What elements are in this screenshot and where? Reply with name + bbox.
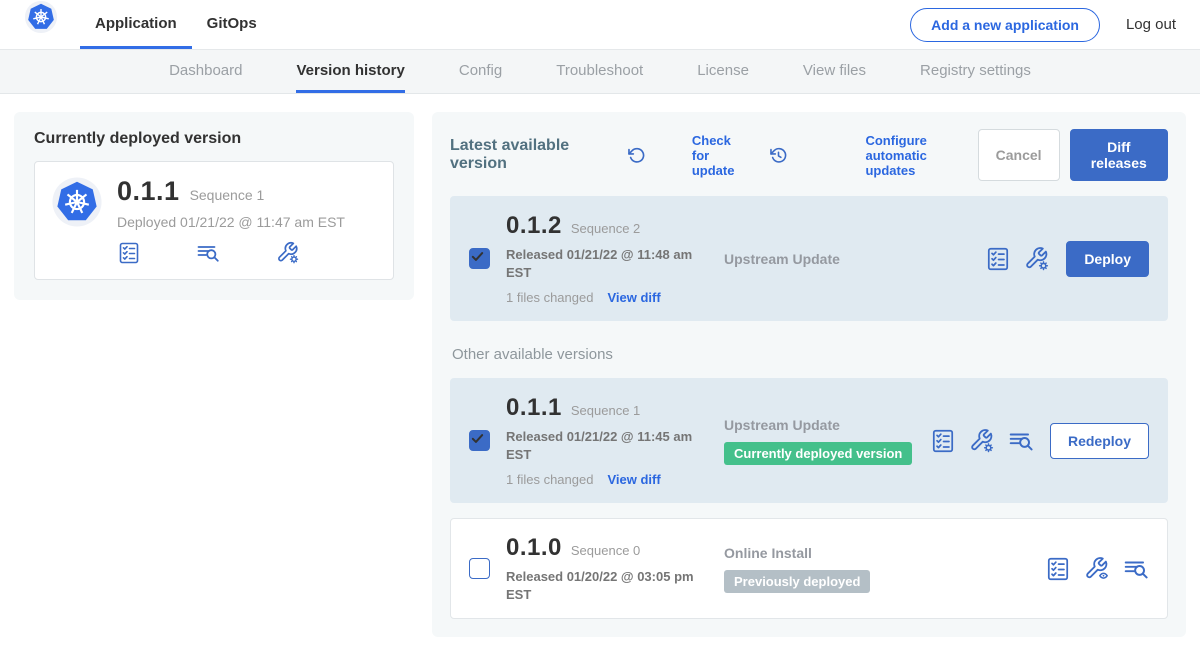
tab-troubleshoot[interactable]: Troubleshoot	[556, 50, 643, 93]
deployed-card-title: Currently deployed version	[34, 130, 394, 148]
view-logs-icon[interactable]	[1123, 556, 1149, 582]
refresh-icon	[627, 146, 686, 165]
preflight-checks-icon[interactable]	[276, 241, 345, 265]
version-row-0-1-1: 0.1.1 Sequence 1 Released 01/21/22 @ 11:…	[450, 378, 1168, 503]
version-sequence: Sequence 1	[571, 403, 640, 418]
view-diff-link[interactable]: View diff	[607, 290, 660, 305]
other-versions-title: Other available versions	[452, 346, 1168, 363]
files-changed-label: 1 files changed	[506, 290, 593, 305]
add-application-button[interactable]: Add a new application	[910, 8, 1100, 42]
released-timestamp: Released 01/21/22 @ 11:48 am EST	[506, 246, 708, 281]
tab-application[interactable]: Application	[80, 0, 192, 49]
released-timestamp: Released 01/21/22 @ 11:45 am EST	[506, 428, 708, 463]
redeploy-button[interactable]: Redeploy	[1050, 423, 1149, 459]
release-notes-icon[interactable]	[930, 428, 956, 454]
version-number: 0.1.1	[506, 394, 562, 422]
app-tabs: Application GitOps	[80, 0, 272, 49]
tab-version-history[interactable]: Version history	[296, 50, 404, 93]
preflight-view-icon[interactable]	[1084, 556, 1110, 582]
latest-available-title: Latest available version	[450, 137, 613, 173]
check-for-update-label: Check for update	[692, 133, 745, 178]
version-number: 0.1.2	[506, 212, 562, 240]
tab-license[interactable]: License	[697, 50, 749, 93]
tab-gitops[interactable]: GitOps	[192, 0, 272, 49]
logout-button[interactable]: Log out	[1126, 0, 1176, 49]
tab-view-files[interactable]: View files	[803, 50, 866, 93]
main-content: Currently deployed version 0.1.1 Sequenc	[0, 94, 1200, 655]
release-notes-icon[interactable]	[1045, 556, 1071, 582]
configure-automatic-updates-link[interactable]: Configure automatic updates	[769, 133, 954, 178]
preflight-checks-icon[interactable]	[969, 428, 995, 454]
version-source: Upstream Update	[724, 417, 930, 433]
app-sub-nav: Dashboard Version history Config Trouble…	[0, 50, 1200, 94]
diff-releases-button[interactable]: Diff releases	[1070, 129, 1168, 181]
deployed-sequence: Sequence 1	[190, 187, 265, 203]
cancel-button[interactable]: Cancel	[978, 129, 1060, 181]
version-source: Upstream Update	[724, 251, 985, 267]
version-source: Online Install	[724, 545, 1045, 561]
currently-deployed-card: Currently deployed version 0.1.1 Sequenc	[14, 112, 414, 300]
currently-deployed-badge: Currently deployed version	[724, 442, 912, 465]
released-timestamp: Released 01/20/22 @ 03:05 pm EST	[506, 568, 708, 603]
version-sequence: Sequence 2	[571, 221, 640, 236]
deployed-version-card: 0.1.1 Sequence 1 Deployed 01/21/22 @ 11:…	[34, 161, 394, 280]
version-row-0-1-0: 0.1.0 Sequence 0 Released 01/20/22 @ 03:…	[450, 518, 1168, 619]
tab-dashboard[interactable]: Dashboard	[169, 50, 242, 93]
kubernetes-logo-icon	[24, 0, 58, 49]
preflight-checks-icon[interactable]	[1024, 246, 1050, 272]
version-checkbox[interactable]	[469, 248, 490, 269]
version-checkbox[interactable]	[469, 430, 490, 451]
available-versions-panel: Latest available version Check for updat…	[432, 112, 1186, 637]
top-nav: Application GitOps Add a new application…	[0, 0, 1200, 50]
version-sequence: Sequence 0	[571, 543, 640, 558]
version-checkbox[interactable]	[469, 558, 490, 579]
top-nav-spacer	[272, 0, 910, 49]
scheduled-update-icon	[769, 146, 860, 165]
previously-deployed-badge: Previously deployed	[724, 570, 870, 593]
release-notes-icon[interactable]	[117, 241, 186, 265]
configure-updates-label: Configure automatic updates	[865, 133, 953, 178]
view-logs-icon[interactable]	[196, 241, 265, 265]
release-notes-icon[interactable]	[985, 246, 1011, 272]
version-number: 0.1.0	[506, 534, 562, 562]
deployed-timestamp: Deployed 01/21/22 @ 11:47 am EST	[117, 214, 345, 230]
check-for-update-link[interactable]: Check for update	[627, 133, 745, 178]
app-kubernetes-icon	[51, 176, 103, 265]
tab-registry-settings[interactable]: Registry settings	[920, 50, 1031, 93]
deploy-button[interactable]: Deploy	[1066, 241, 1149, 277]
deployed-version-number: 0.1.1	[117, 176, 180, 207]
view-logs-icon[interactable]	[1008, 428, 1034, 454]
files-changed-label: 1 files changed	[506, 472, 593, 487]
view-diff-link[interactable]: View diff	[607, 472, 660, 487]
tab-config[interactable]: Config	[459, 50, 502, 93]
version-row-0-1-2: 0.1.2 Sequence 2 Released 01/21/22 @ 11:…	[450, 196, 1168, 321]
